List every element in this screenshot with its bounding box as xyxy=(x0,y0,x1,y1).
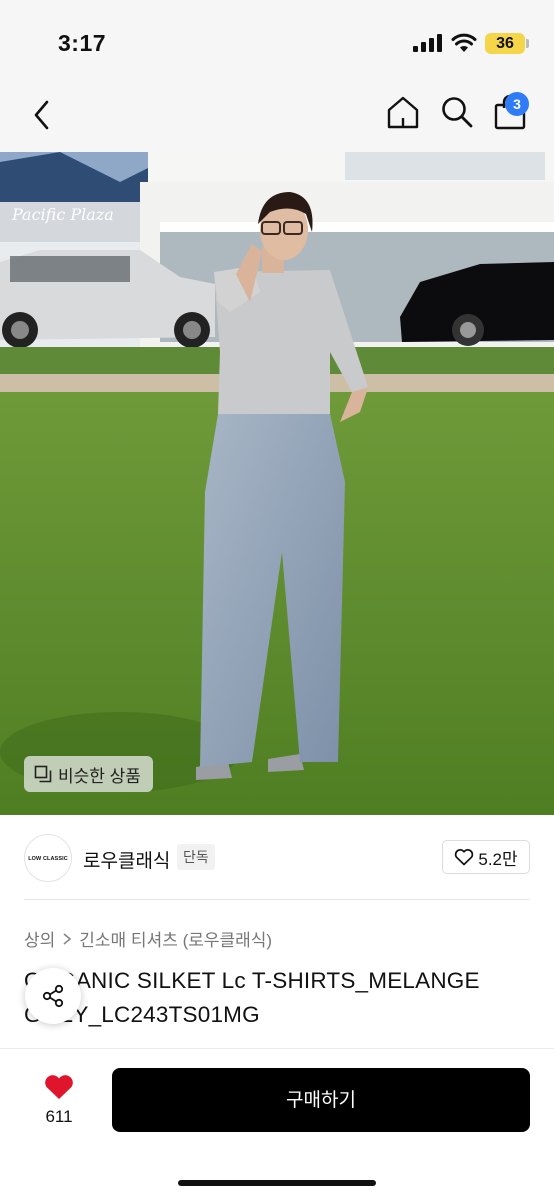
battery-level: 36 xyxy=(485,33,525,54)
top-navigation xyxy=(0,82,554,152)
battery-cap xyxy=(526,39,529,48)
breadcrumb-subcategory[interactable]: 긴소매 티셔츠 (로우클래식) xyxy=(79,926,272,951)
product-image[interactable]: Pacific Plaza 비슷한 상품 xyxy=(0,152,554,815)
shop-name[interactable]: 로우클래식 xyxy=(83,846,170,873)
cart-count-badge: 3 xyxy=(505,92,529,116)
similar-products-label: 비슷한 상품 xyxy=(58,766,141,786)
product-title: ORGANIC SILKET Lc T-SHIRTS_MELANGE GREY_… xyxy=(24,968,480,1027)
exclusive-badge: 단독 xyxy=(177,844,215,870)
status-bar: 3:17 36 xyxy=(0,0,554,82)
heart-filled-icon xyxy=(45,1075,73,1099)
wish-button[interactable]: 611 xyxy=(36,1073,82,1127)
like-button[interactable]: 5.2만 xyxy=(442,840,530,874)
divider xyxy=(24,899,530,900)
breadcrumb: 상의 긴소매 티셔츠 (로우클래식) xyxy=(24,926,272,951)
status-time: 3:17 xyxy=(58,30,107,56)
share-button[interactable] xyxy=(25,968,81,1024)
home-indicator xyxy=(178,1180,376,1186)
breadcrumb-category[interactable]: 상의 xyxy=(24,926,55,951)
heart-outline-icon xyxy=(455,849,474,866)
similar-products-button[interactable]: 비슷한 상품 xyxy=(24,756,153,792)
share-icon xyxy=(42,984,64,1008)
cellular-signal-icon xyxy=(413,34,442,52)
chevron-right-icon xyxy=(63,932,72,945)
home-icon[interactable] xyxy=(385,94,421,130)
search-icon[interactable] xyxy=(440,95,474,129)
wifi-icon xyxy=(451,33,477,52)
like-count: 5.2만 xyxy=(478,849,518,869)
product-photo: Pacific Plaza xyxy=(0,152,554,815)
bottom-action-bar: 611 구매하기 xyxy=(0,1048,554,1200)
shop-row: LOW CLASSIC 로우클래식 단독 5.2만 xyxy=(0,830,554,886)
wish-count: 611 xyxy=(45,1107,73,1126)
similar-items-icon xyxy=(34,765,52,783)
buy-button[interactable]: 구매하기 xyxy=(112,1068,530,1132)
building-sign: Pacific Plaza xyxy=(11,205,114,224)
shop-logo[interactable]: LOW CLASSIC xyxy=(24,834,72,882)
back-icon[interactable] xyxy=(28,98,56,132)
